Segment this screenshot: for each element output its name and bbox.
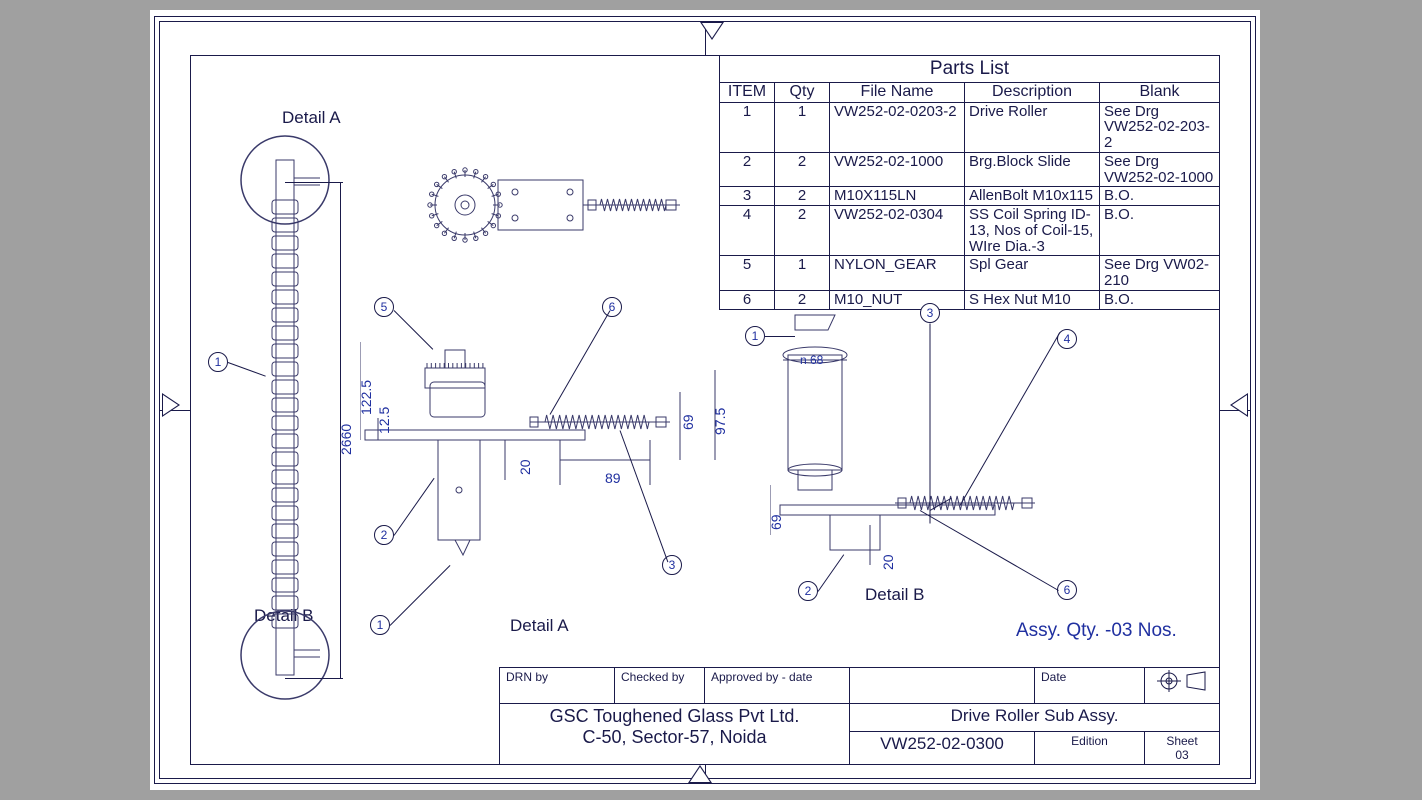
parts-row: 51NYLON_GEARSpl GearSee Drg VW02-210 (720, 256, 1220, 291)
parts-cell-qty: 1 (775, 256, 830, 291)
parts-row: 11VW252-02-0203-2Drive RollerSee Drg VW2… (720, 102, 1220, 152)
tb-blank1 (850, 668, 1035, 704)
title-block: DRN by Checked by Approved by - date Dat… (499, 667, 1220, 765)
balloon-right-1: 1 (745, 326, 765, 346)
parts-row: 32M10X115LNAllenBolt M10x115B.O. (720, 187, 1220, 206)
parts-cell-blank: See Drg VW252-02-1000 (1100, 152, 1220, 187)
parts-cell-desc: Spl Gear (965, 256, 1100, 291)
parts-cell-file: VW252-02-0304 (830, 206, 965, 256)
parts-cell-blank: B.O. (1100, 206, 1220, 256)
dim-97-5: 97.5 (712, 408, 728, 435)
parts-cell-blank: See Drg VW252-02-203-2 (1100, 102, 1220, 152)
tb-company-line1: GSC Toughened Glass Pvt Ltd. (506, 706, 843, 727)
parts-cell-qty: 1 (775, 102, 830, 152)
leader-right-3 (930, 324, 931, 524)
parts-header-qty: Qty (775, 82, 830, 102)
balloon-mid-2: 2 (374, 525, 394, 545)
centering-mark-top (700, 22, 724, 40)
tb-company-line2: C-50, Sector-57, Noida (506, 727, 843, 748)
dim-20a: 20 (517, 459, 533, 475)
tb-sheet-value: 03 (1151, 748, 1213, 762)
parts-header-desc: Description (965, 82, 1100, 102)
balloon-mid-6: 6 (602, 297, 622, 317)
parts-cell-file: M10X115LN (830, 187, 965, 206)
parts-cell-item: 6 (720, 290, 775, 309)
parts-header-blank: Blank (1100, 82, 1220, 102)
parts-row: 62M10_NUTS Hex Nut M10B.O. (720, 290, 1220, 309)
parts-cell-file: VW252-02-0203-2 (830, 102, 965, 152)
tb-projection-symbol (1145, 668, 1220, 704)
leader-right-1 (765, 336, 795, 337)
parts-cell-item: 2 (720, 152, 775, 187)
parts-cell-qty: 2 (775, 290, 830, 309)
parts-cell-desc: SS Coil Spring ID-13, Nos of Coil-15, WI… (965, 206, 1100, 256)
parts-cell-desc: Brg.Block Slide (965, 152, 1100, 187)
parts-cell-qty: 2 (775, 187, 830, 206)
tb-edition-label: Edition (1041, 734, 1138, 748)
tb-date: Date (1035, 668, 1145, 704)
tb-checked-by: Checked by (615, 668, 705, 704)
parts-header-file: File Name (830, 82, 965, 102)
parts-header-item: ITEM (720, 82, 775, 102)
balloon-mid-1: 1 (370, 615, 390, 635)
parts-cell-blank: B.O. (1100, 187, 1220, 206)
drawing-sheet: Parts List ITEM Qty File Name Descriptio… (150, 10, 1260, 790)
parts-cell-item: 3 (720, 187, 775, 206)
parts-row: 42VW252-02-0304SS Coil Spring ID-13, Nos… (720, 206, 1220, 256)
ext-2660-bot (285, 678, 343, 679)
tb-sheet: Sheet 03 (1145, 732, 1220, 765)
dim-2660: 2660 (338, 424, 354, 455)
dim-n68: n 68 (800, 353, 823, 367)
parts-cell-file: M10_NUT (830, 290, 965, 309)
parts-list-table: Parts List ITEM Qty File Name Descriptio… (719, 55, 1220, 310)
parts-cell-desc: Drive Roller (965, 102, 1100, 152)
assembly-quantity-note: Assy. Qty. -03 Nos. (1016, 620, 1177, 642)
ext-2660-top (285, 182, 343, 183)
tb-edition: Edition (1035, 732, 1145, 765)
parts-cell-item: 4 (720, 206, 775, 256)
dim-12-5: 12.5 (376, 407, 392, 434)
label-detail-b-right: Detail B (865, 585, 925, 605)
parts-cell-blank: See Drg VW02-210 (1100, 256, 1220, 291)
parts-cell-file: VW252-02-1000 (830, 152, 965, 187)
balloon-mid-5: 5 (374, 297, 394, 317)
balloon-left-1: 1 (208, 352, 228, 372)
label-detail-a-top: Detail A (282, 108, 341, 128)
dim-20b: 20 (880, 554, 896, 570)
tb-drn-by: DRN by (500, 668, 615, 704)
view-detail-b (770, 310, 1070, 580)
view-overview (210, 130, 360, 710)
balloon-right-3: 3 (920, 303, 940, 323)
dim-122-5: 122.5 (358, 380, 374, 415)
tb-drawing-no: VW252-02-0300 (850, 732, 1035, 765)
parts-cell-item: 5 (720, 256, 775, 291)
balloon-right-6: 6 (1057, 580, 1077, 600)
parts-cell-qty: 2 (775, 206, 830, 256)
balloon-right-2: 2 (798, 581, 818, 601)
dim-69b: 69 (768, 514, 784, 530)
parts-cell-desc: S Hex Nut M10 (965, 290, 1100, 309)
view-top (420, 160, 700, 250)
parts-row: 22VW252-02-1000Brg.Block SlideSee Drg VW… (720, 152, 1220, 187)
tb-approved-by: Approved by - date (705, 668, 850, 704)
parts-list-title: Parts List (720, 56, 1220, 83)
parts-cell-qty: 2 (775, 152, 830, 187)
parts-cell-desc: AllenBolt M10x115 (965, 187, 1100, 206)
tb-sheet-label: Sheet (1151, 734, 1213, 748)
tb-company: GSC Toughened Glass Pvt Ltd. C-50, Secto… (500, 704, 850, 765)
view-detail-a (360, 330, 740, 620)
dim-69a: 69 (680, 414, 696, 430)
dim-89: 89 (605, 470, 621, 486)
parts-cell-file: NYLON_GEAR (830, 256, 965, 291)
parts-cell-blank: B.O. (1100, 290, 1220, 309)
tb-drawing-title: Drive Roller Sub Assy. (850, 704, 1220, 732)
parts-cell-item: 1 (720, 102, 775, 152)
